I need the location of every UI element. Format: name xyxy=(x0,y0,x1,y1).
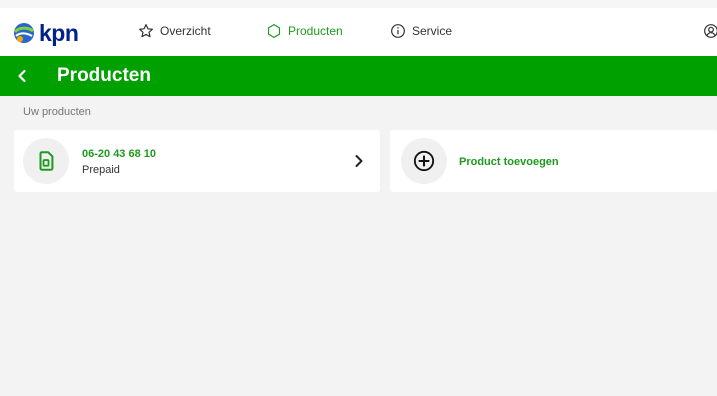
page-header-bar: Producten xyxy=(0,56,717,96)
chevron-left-icon xyxy=(18,69,26,83)
info-icon xyxy=(391,24,405,38)
plus-circle-icon xyxy=(413,150,435,172)
sim-card-icon xyxy=(39,151,54,171)
kpn-logo-icon xyxy=(13,23,34,43)
nav-item-overzicht[interactable]: Overzicht xyxy=(138,23,211,39)
back-button[interactable] xyxy=(14,68,30,84)
section-label: Uw producten xyxy=(23,106,91,118)
kpn-logo[interactable]: kpn xyxy=(12,20,79,46)
page-title: Producten xyxy=(57,65,151,86)
product-card[interactable]: 06-20 43 68 10 Prepaid xyxy=(14,130,380,192)
nav-item-service[interactable]: Service xyxy=(390,23,452,39)
chevron-right-icon xyxy=(354,154,364,168)
nav-item-label: Service xyxy=(412,24,453,38)
product-phone-number: 06-20 43 68 10 xyxy=(82,148,157,160)
add-product-label: Product toevoegen xyxy=(459,156,559,168)
nav-item-producten[interactable]: Producten xyxy=(266,23,343,39)
product-type: Prepaid xyxy=(82,164,120,176)
nav-item-label: Overzicht xyxy=(160,24,211,38)
add-icon-circle xyxy=(401,138,447,184)
nav-item-label: Producten xyxy=(288,24,343,38)
top-navigation-bar: kpn Overzicht Producten Service xyxy=(0,0,717,56)
star-icon xyxy=(139,24,153,38)
add-product-card[interactable]: Product toevoegen xyxy=(390,130,717,192)
hexagon-icon xyxy=(267,24,281,38)
product-icon-circle xyxy=(23,138,69,184)
brand-name: kpn xyxy=(39,20,79,46)
user-account-icon[interactable] xyxy=(703,23,717,39)
